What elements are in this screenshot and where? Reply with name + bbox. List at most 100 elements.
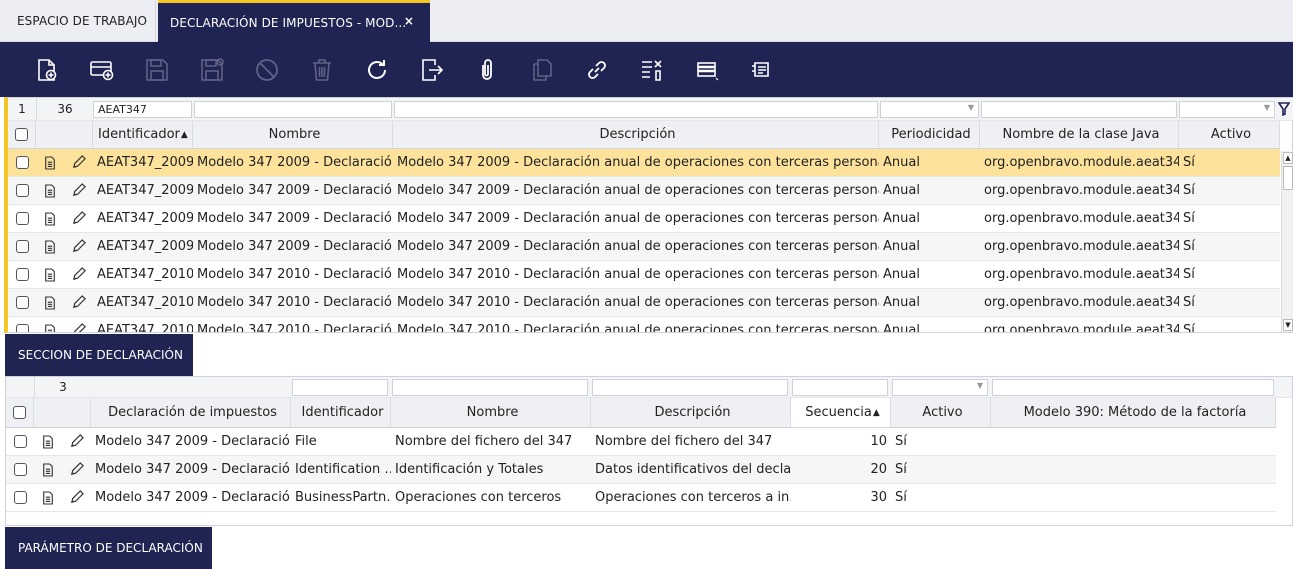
header-java-class[interactable]: Nombre de la clase Java: [980, 121, 1179, 148]
open-form-icon[interactable]: [36, 289, 64, 316]
row-checkbox[interactable]: [8, 233, 36, 260]
filter-funnel-icon[interactable]: [1277, 102, 1291, 117]
edit-pencil-icon[interactable]: [64, 289, 93, 316]
header-descripcion[interactable]: Descripción: [393, 121, 879, 148]
notes-icon[interactable]: [749, 57, 775, 83]
attach-icon[interactable]: [474, 57, 500, 83]
main-table-row[interactable]: AEAT347_2010 Modelo 347 2010 - Declaració…: [8, 317, 1280, 332]
open-form-icon[interactable]: [34, 484, 62, 511]
row-checkbox[interactable]: [6, 484, 34, 511]
row-checkbox-box[interactable]: [15, 184, 29, 197]
row-checkbox-box[interactable]: [15, 240, 29, 253]
row-checkbox[interactable]: [8, 177, 36, 204]
save-icon[interactable]: [144, 57, 170, 83]
filter-activo-select[interactable]: ▼: [1179, 101, 1275, 118]
main-table-row[interactable]: AEAT347_2010 Modelo 347 2010 - Declaració…: [8, 261, 1280, 289]
new-document-icon[interactable]: [34, 57, 60, 83]
sub-filter-modelo390[interactable]: [992, 379, 1274, 396]
header-activo[interactable]: Activo: [1179, 121, 1280, 148]
filter-nombre-input[interactable]: [194, 101, 392, 118]
open-form-icon[interactable]: [34, 428, 62, 455]
grid-view-icon[interactable]: [694, 57, 720, 83]
delete-icon[interactable]: [309, 57, 335, 83]
main-table-row[interactable]: AEAT347_2009 Modelo 347 2009 - Declaració…: [8, 149, 1280, 177]
audit-icon[interactable]: [639, 57, 665, 83]
row-checkbox-box[interactable]: [15, 324, 29, 332]
open-form-icon[interactable]: [36, 205, 64, 232]
main-table-row[interactable]: AEAT347_2009 Modelo 347 2009 - Declaració…: [8, 177, 1280, 205]
header-identificador[interactable]: Identificador ▲: [93, 121, 193, 148]
sub-header-descripcion[interactable]: Descripción: [591, 398, 791, 427]
section-tab-seccion-declaracion[interactable]: SECCION DE DECLARACIÓN: [5, 334, 193, 376]
row-checkbox-box[interactable]: [13, 463, 27, 476]
sub-filter-activo[interactable]: ▼: [892, 379, 988, 396]
sub-header-secuencia[interactable]: Secuencia ▲: [791, 398, 891, 427]
link-icon[interactable]: [584, 57, 610, 83]
sub-filter-descripcion[interactable]: [592, 379, 788, 396]
row-checkbox[interactable]: [6, 428, 34, 455]
open-form-icon[interactable]: [36, 261, 64, 288]
cancel-icon[interactable]: [254, 57, 280, 83]
clone-icon[interactable]: [529, 57, 555, 83]
new-row-icon[interactable]: [89, 57, 115, 83]
edit-pencil-icon[interactable]: [62, 456, 91, 483]
row-checkbox-box[interactable]: [15, 212, 29, 225]
main-table-row[interactable]: AEAT347_2009 Modelo 347 2009 - Declaració…: [8, 205, 1280, 233]
row-checkbox[interactable]: [6, 456, 34, 483]
edit-pencil-icon[interactable]: [64, 205, 93, 232]
row-checkbox-box[interactable]: [15, 268, 29, 281]
sub-filter-secuencia[interactable]: [792, 379, 888, 396]
edit-pencil-icon[interactable]: [64, 233, 93, 260]
sub-select-all-checkbox[interactable]: [6, 398, 34, 427]
filter-java-class-input[interactable]: [981, 101, 1177, 118]
edit-pencil-icon[interactable]: [64, 261, 93, 288]
header-nombre[interactable]: Nombre: [193, 121, 393, 148]
edit-pencil-icon[interactable]: [64, 317, 93, 332]
header-periodicidad[interactable]: Periodicidad: [879, 121, 980, 148]
sub-filter-identificador[interactable]: [292, 379, 388, 396]
save-close-icon[interactable]: [199, 57, 225, 83]
sub-header-declaracion[interactable]: Declaración de impuestos: [91, 398, 291, 427]
scroll-down-icon[interactable]: ▼: [1283, 319, 1293, 331]
sub-table-row[interactable]: Modelo 347 2009 - Declaració… BusinessPar…: [6, 484, 1276, 512]
sub-table-row[interactable]: Modelo 347 2009 - Declaració… Identificat…: [6, 456, 1276, 484]
edit-pencil-icon[interactable]: [62, 428, 91, 455]
open-form-icon[interactable]: [36, 177, 64, 204]
open-form-icon[interactable]: [36, 317, 64, 332]
main-vertical-scrollbar[interactable]: ▲ ▼: [1281, 151, 1293, 332]
row-checkbox[interactable]: [8, 149, 36, 176]
sub-table-row[interactable]: Modelo 347 2009 - Declaració… File Nombre …: [6, 428, 1276, 456]
edit-pencil-icon[interactable]: [62, 484, 91, 511]
row-checkbox[interactable]: [8, 205, 36, 232]
main-table-row[interactable]: AEAT347_2009 Modelo 347 2009 - Declaració…: [8, 233, 1280, 261]
row-checkbox[interactable]: [8, 261, 36, 288]
refresh-icon[interactable]: [364, 57, 390, 83]
row-checkbox-box[interactable]: [13, 491, 27, 504]
open-form-icon[interactable]: [34, 456, 62, 483]
edit-pencil-icon[interactable]: [64, 177, 93, 204]
scroll-up-icon[interactable]: ▲: [1283, 152, 1293, 164]
row-checkbox-box[interactable]: [13, 435, 27, 448]
open-form-icon[interactable]: [36, 233, 64, 260]
section-tab-parametro-declaracion[interactable]: PARÁMETRO DE DECLARACIÓN: [5, 527, 212, 569]
row-checkbox[interactable]: [8, 317, 36, 332]
scroll-thumb[interactable]: [1283, 166, 1293, 190]
sub-header-activo[interactable]: Activo: [891, 398, 991, 427]
row-checkbox[interactable]: [8, 289, 36, 316]
open-form-icon[interactable]: [36, 149, 64, 176]
sub-filter-nombre[interactable]: [392, 379, 588, 396]
filter-identificador-input[interactable]: AEAT347: [93, 101, 192, 118]
edit-pencil-icon[interactable]: [64, 149, 93, 176]
tab-workspace[interactable]: ESPACIO DE TRABAJO: [0, 0, 156, 42]
close-tab-icon[interactable]: ×: [404, 14, 414, 28]
main-table-row[interactable]: AEAT347_2010 Modelo 347 2010 - Declaració…: [8, 289, 1280, 317]
filter-periodicidad-select[interactable]: ▼: [880, 101, 979, 118]
row-checkbox-box[interactable]: [15, 156, 29, 169]
select-all-checkbox[interactable]: [8, 121, 36, 148]
export-icon[interactable]: [419, 57, 445, 83]
sub-header-modelo390[interactable]: Modelo 390: Método de la factoría: [991, 398, 1276, 427]
row-checkbox-box[interactable]: [15, 296, 29, 309]
sub-header-nombre[interactable]: Nombre: [391, 398, 591, 427]
filter-descripcion-input[interactable]: [394, 101, 878, 118]
sub-header-identificador[interactable]: Identificador: [291, 398, 391, 427]
